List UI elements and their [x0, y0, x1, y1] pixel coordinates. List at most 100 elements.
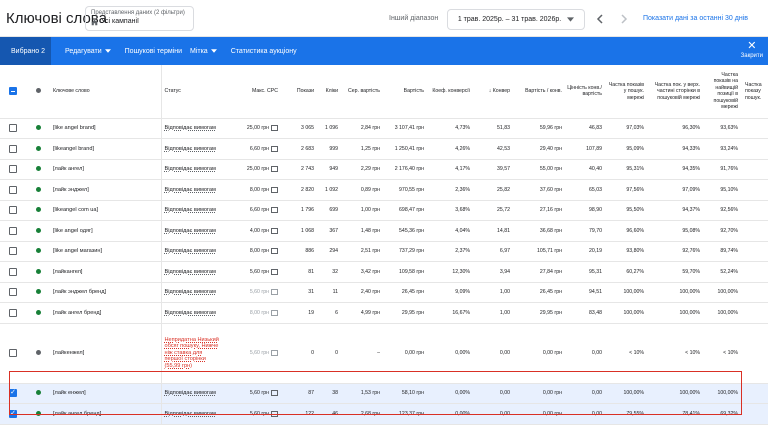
select-all-checkbox[interactable]: [9, 87, 17, 96]
show-last-30-days-link[interactable]: Показати дані за останні 30 днів: [643, 15, 748, 22]
keyword-cell[interactable]: [лайк ангел бренд]: [50, 302, 125, 324]
max-cpc[interactable]: 5,60 грн: [250, 269, 278, 276]
table-row[interactable]: ✓ [лайк ангел бренд] Відповідає вимогам 5,6…: [0, 403, 768, 425]
max-cpc[interactable]: 4,00 грн: [250, 228, 278, 235]
table-row[interactable]: [лайк ангел бренд] Відповідає вимогам 8,00…: [0, 302, 768, 324]
max-cpc[interactable]: 5,60 грн: [250, 411, 278, 418]
col-conv-rate[interactable]: Коеф. конверсії: [428, 65, 474, 119]
status-dot[interactable]: [35, 248, 41, 254]
table-row[interactable]: [лайк энджел бренд] Відповідає вимогам 5,6…: [0, 282, 768, 303]
keyword-cell[interactable]: [лайк ангел]: [50, 159, 125, 180]
max-cpc[interactable]: 6,60 грн: [250, 146, 278, 153]
keyword-cell[interactable]: [лайк энджел бренд]: [50, 282, 125, 303]
table-row[interactable]: ✓ [лайк енжел] Відповідає вимогам 5,60 грн 8…: [0, 383, 768, 404]
status-dot[interactable]: [35, 125, 41, 131]
search-terms-button[interactable]: Пошукові терміни: [125, 48, 182, 55]
keyword-cell[interactable]: [like angel одяг]: [50, 220, 125, 242]
col-top-impr-share[interactable]: Частка пок. у верх. частині сторінки в п…: [648, 65, 704, 119]
status-dot[interactable]: [35, 410, 41, 416]
max-cpc[interactable]: 5,60 грн: [250, 390, 278, 397]
max-cpc[interactable]: 5,60 грн: [250, 289, 278, 296]
col-clicks[interactable]: Кліки: [318, 65, 342, 119]
table-row[interactable]: [like angel brand] Відповідає вимогам 25,0…: [0, 118, 768, 139]
row-checkbox[interactable]: [9, 288, 17, 297]
table-row[interactable]: [likeangel brand] Відповідає вимогам 6,60 …: [0, 138, 768, 160]
date-range-picker[interactable]: 1 трав. 2025р. – 31 трав. 2026р.: [447, 9, 585, 30]
row-checkbox[interactable]: [9, 185, 17, 194]
view-selector[interactable]: Представлення даних (2 фільтри) Усі камп…: [85, 6, 194, 31]
col-search-share[interactable]: Частка показу пошук.: [742, 65, 768, 119]
keyword-cell[interactable]: [лайк энджел]: [50, 179, 125, 201]
row-checkbox[interactable]: [9, 267, 17, 276]
status-dot[interactable]: [35, 390, 41, 396]
status-dot[interactable]: [35, 166, 41, 172]
table-row[interactable]: [like angel магазин] Відповідає вимогам 8,…: [0, 241, 768, 262]
status-text[interactable]: Відповідає вимогам: [165, 390, 216, 396]
col-search-impr-share[interactable]: Частка показів у пошук. мережі: [606, 65, 648, 119]
col-max-cpc[interactable]: Макс. CPC: [226, 65, 282, 119]
status-text[interactable]: Відповідає вимогам: [165, 310, 216, 316]
col-status[interactable]: Статус: [161, 65, 226, 119]
col-avg-cost[interactable]: Сер. вартість: [342, 65, 384, 119]
col-keyword[interactable]: Ключове слово: [50, 65, 125, 119]
status-dot[interactable]: [35, 207, 41, 213]
label-menu[interactable]: Мітка: [190, 48, 217, 55]
status-text[interactable]: Відповідає вимогам: [165, 269, 216, 275]
edit-menu[interactable]: Редагувати: [65, 48, 111, 55]
table-row[interactable]: [лайк ангел] Відповідає вимогам 25,00 грн 2…: [0, 159, 768, 180]
row-checkbox[interactable]: [9, 247, 17, 256]
close-button[interactable]: ✕ Закрити: [741, 41, 763, 60]
row-checkbox[interactable]: [9, 308, 17, 317]
status-text[interactable]: Відповідає вимогам: [165, 228, 216, 234]
col-impressions[interactable]: Покази: [282, 65, 318, 119]
status-text[interactable]: Відповідає вимогам: [165, 146, 216, 152]
col-abs-top-impr-share[interactable]: Частка показів на найвищій позиції в пош…: [704, 65, 742, 119]
status-text[interactable]: Відповідає вимогам: [165, 125, 216, 131]
table-row[interactable]: [likeangel com ua] Відповідає вимогам 6,60…: [0, 200, 768, 221]
max-cpc[interactable]: 25,00 грн: [247, 166, 278, 173]
row-checkbox[interactable]: [9, 124, 17, 133]
next-period-button[interactable]: [616, 11, 632, 27]
status-dot[interactable]: [35, 349, 41, 355]
row-checkbox[interactable]: [9, 144, 17, 153]
status-dot[interactable]: [35, 309, 41, 315]
keyword-cell[interactable]: [likeangel brand]: [50, 138, 125, 160]
max-cpc[interactable]: 8,00 грн: [250, 187, 278, 194]
keyword-cell[interactable]: [лайкангел]: [50, 261, 125, 283]
status-text[interactable]: Відповідає вимогам: [165, 187, 216, 193]
col-cost-per-conv[interactable]: Вартість / конв.: [514, 65, 566, 119]
row-checkbox[interactable]: [9, 165, 17, 174]
auction-insights-button[interactable]: Статистика аукціону: [231, 48, 297, 55]
max-cpc[interactable]: 6,60 грн: [250, 207, 278, 214]
max-cpc[interactable]: 5,60 грн: [250, 350, 278, 357]
status-text[interactable]: Відповідає вимогам: [165, 248, 216, 254]
status-dot[interactable]: [35, 145, 41, 151]
keyword-cell[interactable]: [like angel магазин]: [50, 241, 125, 262]
max-cpc[interactable]: 8,00 грн: [250, 310, 278, 317]
keyword-cell[interactable]: [лайк енжел]: [50, 383, 125, 404]
row-checkbox[interactable]: ✓: [9, 389, 17, 398]
status-text[interactable]: Відповідає вимогам: [165, 207, 216, 213]
status-dot[interactable]: [35, 289, 41, 295]
max-cpc[interactable]: 8,00 грн: [250, 248, 278, 255]
keyword-cell[interactable]: [лайк ангел бренд]: [50, 403, 125, 425]
status-dot[interactable]: [35, 268, 41, 274]
col-conversions[interactable]: ↓ Конвер: [474, 65, 514, 119]
status-dot[interactable]: [35, 186, 41, 192]
row-checkbox[interactable]: [9, 349, 17, 357]
keyword-cell[interactable]: [like angel brand]: [50, 118, 125, 139]
table-row[interactable]: [like angel одяг] Відповідає вимогам 4,00 …: [0, 220, 768, 242]
max-cpc[interactable]: 25,00 грн: [247, 125, 278, 132]
col-cost[interactable]: Вартість: [384, 65, 428, 119]
table-row[interactable]: [лайкангел] Відповідає вимогам 5,60 грн 81 3…: [0, 261, 768, 283]
status-text[interactable]: Відповідає вимогам: [165, 411, 216, 417]
row-checkbox[interactable]: [9, 226, 17, 235]
prev-period-button[interactable]: [592, 11, 608, 27]
table-row[interactable]: [лайкенжел] Непридатна Низький обсяг пошу…: [0, 323, 768, 384]
row-checkbox[interactable]: [9, 206, 17, 215]
status-text[interactable]: Відповідає вимогам: [165, 289, 216, 295]
status-text[interactable]: Відповідає вимогам: [165, 166, 216, 172]
status-text[interactable]: Непридатна Низький обсяг пошуку, Нижче н…: [165, 337, 219, 369]
keyword-cell[interactable]: [likeangel com ua]: [50, 200, 125, 221]
table-row[interactable]: [лайк энджел] Відповідає вимогам 8,00 грн 2…: [0, 179, 768, 201]
